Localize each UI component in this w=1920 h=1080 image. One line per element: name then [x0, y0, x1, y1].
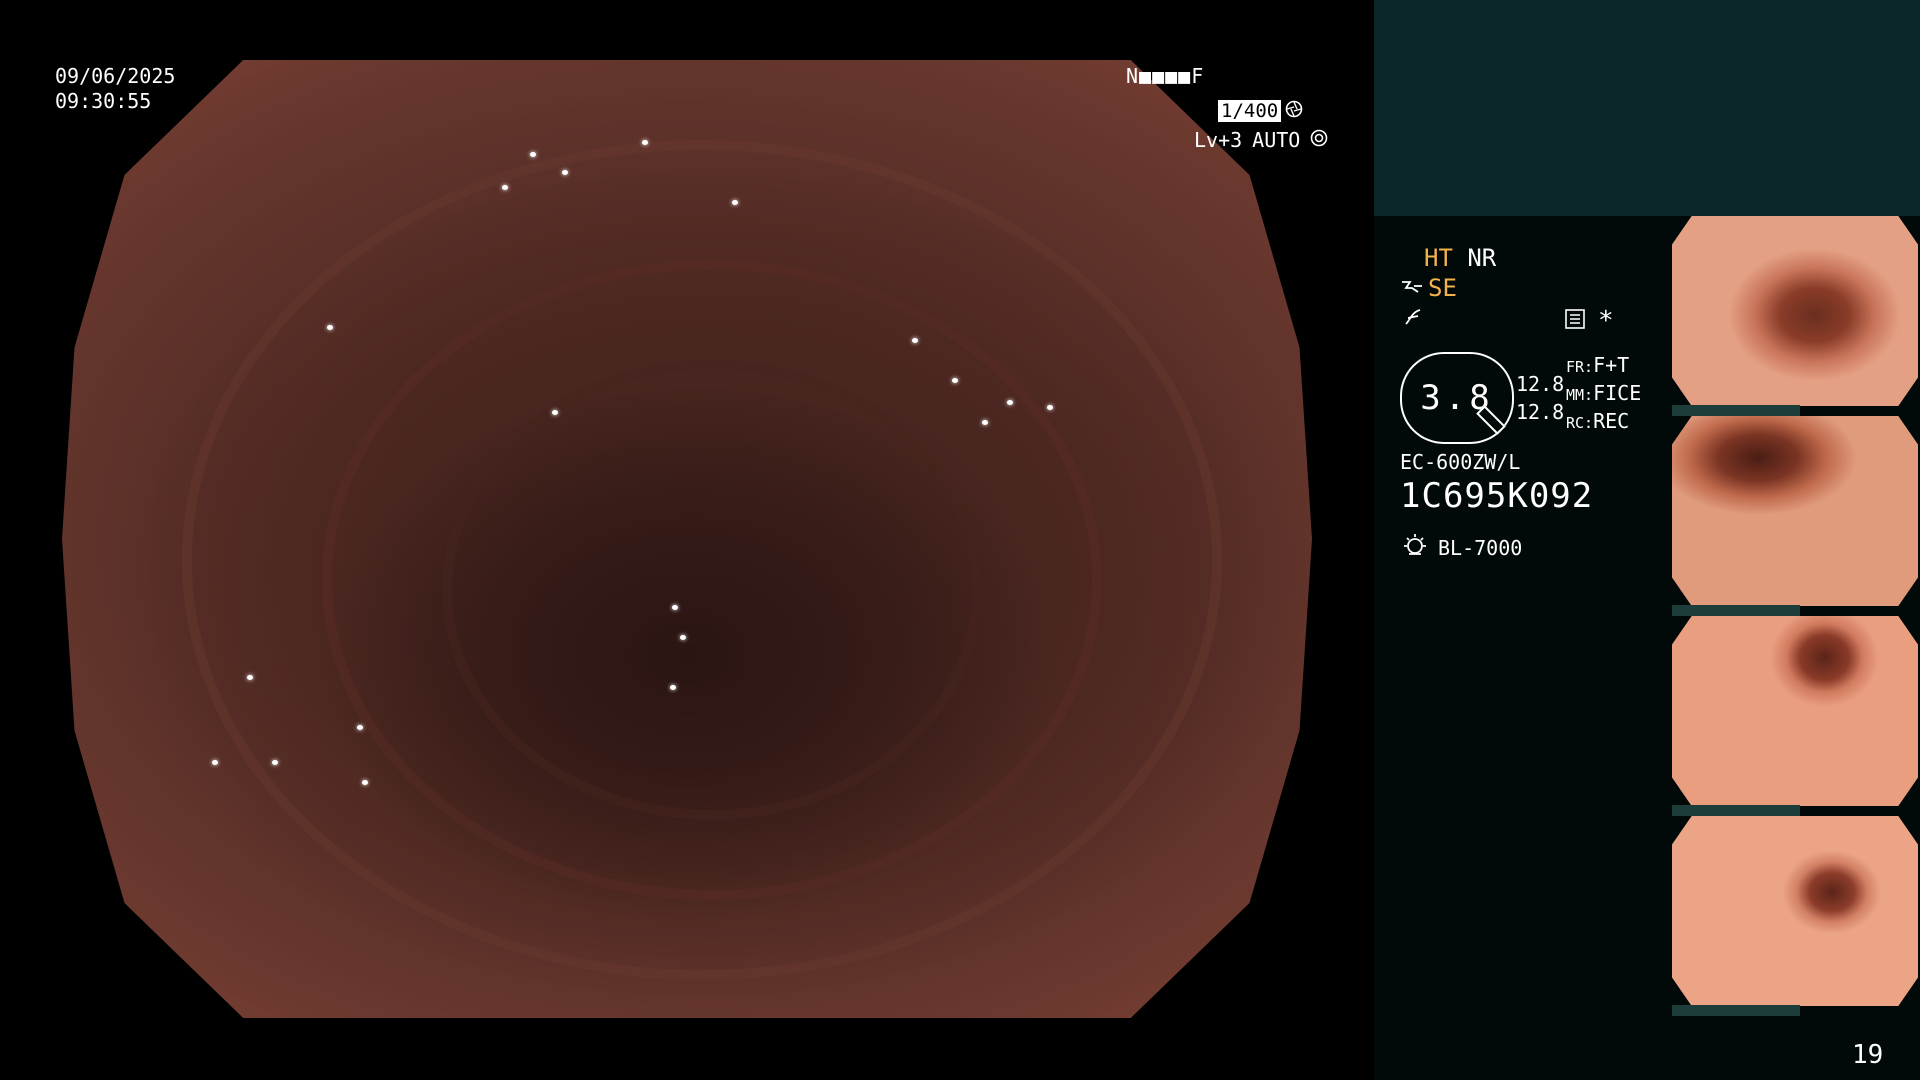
shutter-speed-group: 1/400: [1218, 100, 1303, 122]
memory-card-icon: [1564, 308, 1586, 334]
light-reflection: [952, 378, 958, 383]
light-level: Lv+3: [1194, 128, 1243, 152]
mucosal-fold: [442, 360, 982, 820]
rc-value: REC: [1593, 409, 1630, 433]
light-reflection: [362, 780, 368, 785]
scope-serial: 1C695K092: [1400, 476, 1594, 516]
se-indicator: SE: [1428, 274, 1457, 302]
light-reflection: [732, 200, 738, 205]
light-reflection: [982, 420, 988, 425]
lamp-icon: [1400, 532, 1430, 563]
star-indicator: *: [1598, 306, 1614, 336]
light-reflection: [247, 675, 253, 680]
exposure-group: Lv+3 AUTO: [1194, 128, 1328, 152]
light-reflection: [680, 635, 686, 640]
fr-value: F+T: [1593, 353, 1630, 377]
light-reflection: [212, 760, 218, 765]
enhancement-icon: [1402, 306, 1424, 332]
light-reflection: [552, 410, 558, 415]
thumbnail-1[interactable]: [1672, 216, 1918, 406]
se-row: SE: [1400, 274, 1457, 302]
light-reflection: [642, 140, 648, 145]
light-source: BL-7000: [1438, 535, 1523, 560]
shutter-speed: 1/400: [1218, 100, 1282, 122]
light-reflection: [1007, 400, 1013, 405]
thumbnail-2[interactable]: [1672, 416, 1918, 606]
thumbnail-3[interactable]: [1672, 616, 1918, 806]
light-reflection: [357, 725, 363, 730]
mm-label: MM:: [1566, 386, 1594, 404]
light-reflection: [670, 685, 676, 690]
processing-modes: HT NR: [1424, 244, 1496, 272]
osd-date: 09/06/2025: [55, 64, 176, 88]
light-reflection: [562, 170, 568, 175]
thumbnail-2-caption: [1672, 605, 1800, 616]
scope-model: EC-600ZW/L: [1400, 450, 1521, 474]
value-top: 12.8: [1516, 372, 1565, 396]
mode-settings: FR:F+T MM:FICE RC:REC: [1566, 352, 1641, 436]
light-reflection: [1047, 405, 1053, 410]
mm-value: FICE: [1593, 381, 1642, 405]
page-number: 19: [1852, 1040, 1884, 1070]
scope-tip-icon: [1400, 274, 1424, 302]
value-bottom: 12.8: [1516, 400, 1565, 424]
endoscope-main-view: [62, 60, 1312, 1018]
light-reflection: [502, 185, 508, 190]
light-reflection: [327, 325, 333, 330]
side-panel-header: [1374, 0, 1920, 216]
light-reflection: [912, 338, 918, 343]
nr-indicator: NR: [1467, 244, 1497, 272]
osd-time: 09:30:55: [55, 89, 152, 113]
light-reflection: [672, 605, 678, 610]
light-reflection: [530, 152, 536, 157]
light-reflection: [272, 760, 278, 765]
thumbnail-4-caption: [1672, 1005, 1800, 1016]
auto-exposure-icon: [1310, 128, 1328, 152]
exposure-mode: AUTO: [1252, 128, 1301, 152]
thumbnail-1-caption: [1672, 405, 1800, 416]
aperture-icon: [1285, 100, 1303, 122]
iris-mode-indicator: N■■■■F: [1126, 64, 1205, 88]
thumbnail-4[interactable]: [1672, 816, 1918, 1006]
thumbnail-3-caption: [1672, 805, 1800, 816]
ht-indicator: HT: [1424, 244, 1453, 272]
fr-label: FR:: [1566, 358, 1594, 376]
light-source-row: BL-7000: [1400, 532, 1522, 563]
rc-label: RC:: [1566, 414, 1594, 432]
